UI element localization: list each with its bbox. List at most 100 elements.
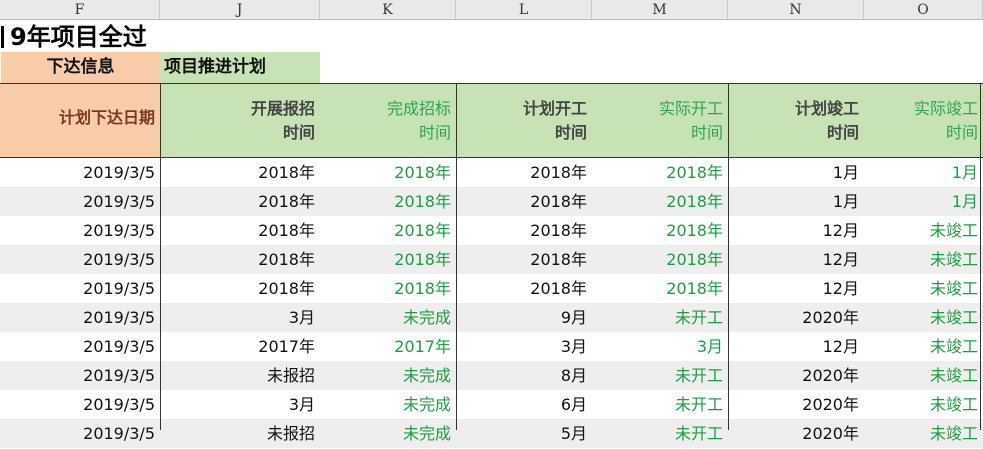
issue-date-cell[interactable]: 2019/3/5 — [0, 274, 160, 303]
tender-complete-cell[interactable]: 2018年 — [320, 187, 456, 216]
column-border — [980, 84, 981, 430]
planned-completion-cell[interactable]: 2020年 — [728, 361, 864, 390]
table-row: 2019/3/5 未报招 未完成 5月 未开工 2020年 未竣工 — [0, 419, 983, 448]
table-row: 2019/3/5 2018年 2018年 2018年 2018年 1月 1月 — [0, 187, 983, 216]
actual-completion-cell[interactable]: 未竣工 — [864, 216, 983, 245]
column-header-l[interactable]: L — [456, 0, 592, 20]
tender-start-cell[interactable]: 3月 — [160, 390, 320, 419]
actual-completion-cell[interactable]: 未竣工 — [864, 245, 983, 274]
tender-start-cell[interactable]: 未报招 — [160, 361, 320, 390]
tender-complete-cell[interactable]: 未完成 — [320, 419, 456, 448]
actual-start-cell[interactable]: 未开工 — [592, 361, 728, 390]
column-header-j[interactable]: J — [160, 0, 320, 20]
tender-complete-cell[interactable]: 未完成 — [320, 361, 456, 390]
planned-start-cell[interactable]: 2018年 — [456, 187, 592, 216]
header-label-sub: 时间 — [690, 123, 723, 142]
table-row: 2019/3/5 2018年 2018年 2018年 2018年 12月 未竣工 — [0, 274, 983, 303]
planned-start-cell[interactable]: 8月 — [456, 361, 592, 390]
planned-completion-cell[interactable]: 12月 — [728, 245, 864, 274]
tender-start-cell[interactable]: 2018年 — [160, 245, 320, 274]
actual-start-cell[interactable]: 2018年 — [592, 158, 728, 187]
actual-start-cell[interactable]: 未开工 — [592, 303, 728, 332]
planned-start-cell[interactable]: 9月 — [456, 303, 592, 332]
issue-date-cell[interactable]: 2019/3/5 — [0, 216, 160, 245]
planned-completion-cell[interactable]: 2020年 — [728, 303, 864, 332]
issue-date-cell[interactable]: 2019/3/5 — [0, 303, 160, 332]
planned-completion-cell[interactable]: 12月 — [728, 274, 864, 303]
actual-completion-cell[interactable]: 1月 — [864, 187, 983, 216]
actual-completion-cell[interactable]: 未竣工 — [864, 274, 983, 303]
header-actual-start-time[interactable]: 实际开工 时间 — [592, 84, 728, 158]
tender-complete-cell[interactable]: 未完成 — [320, 303, 456, 332]
planned-start-cell[interactable]: 2018年 — [456, 158, 592, 187]
planned-start-cell[interactable]: 5月 — [456, 419, 592, 448]
header-tender-start-time[interactable]: 开展报招 时间 — [160, 84, 320, 158]
issue-date-cell[interactable]: 2019/3/5 — [0, 390, 160, 419]
issue-date-cell[interactable]: 2019/3/5 — [0, 332, 160, 361]
planned-completion-cell[interactable]: 12月 — [728, 216, 864, 245]
tender-complete-cell[interactable]: 2018年 — [320, 274, 456, 303]
planned-completion-cell[interactable]: 12月 — [728, 332, 864, 361]
actual-start-cell[interactable]: 2018年 — [592, 274, 728, 303]
band-label-progress-plan[interactable]: 项目推进计划 — [160, 52, 320, 83]
actual-start-cell[interactable]: 未开工 — [592, 390, 728, 419]
header-tender-complete-time[interactable]: 完成招标 时间 — [320, 84, 456, 158]
planned-start-cell[interactable]: 2018年 — [456, 274, 592, 303]
issue-date-cell[interactable]: 2019/3/5 — [0, 245, 160, 274]
issue-date-cell[interactable]: 2019/3/5 — [0, 158, 160, 187]
issue-date-cell[interactable]: 2019/3/5 — [0, 361, 160, 390]
tender-start-cell[interactable]: 2018年 — [160, 187, 320, 216]
actual-completion-cell[interactable]: 未竣工 — [864, 332, 983, 361]
table-header: 计划下达日期 开展报招 时间 完成招标 时间 计划开工 时间 实际开工 时间 计… — [0, 84, 983, 158]
tender-complete-cell[interactable]: 2018年 — [320, 158, 456, 187]
tender-complete-cell[interactable]: 2018年 — [320, 245, 456, 274]
issue-date-cell[interactable]: 2019/3/5 — [0, 419, 160, 448]
column-header-m[interactable]: M — [592, 0, 728, 20]
header-planned-start-time[interactable]: 计划开工 时间 — [456, 84, 592, 158]
actual-completion-cell[interactable]: 未竣工 — [864, 303, 983, 332]
table-row: 2019/3/5 2018年 2018年 2018年 2018年 12月 未竣工 — [0, 245, 983, 274]
tender-start-cell[interactable]: 2017年 — [160, 332, 320, 361]
planned-completion-cell[interactable]: 1月 — [728, 158, 864, 187]
actual-start-cell[interactable]: 3月 — [592, 332, 728, 361]
header-actual-completion-time[interactable]: 实际竣工 时间 — [864, 84, 983, 158]
actual-start-cell[interactable]: 2018年 — [592, 216, 728, 245]
header-label-sub: 时间 — [282, 123, 315, 142]
planned-start-cell[interactable]: 3月 — [456, 332, 592, 361]
table-row: 2019/3/5 2018年 2018年 2018年 2018年 1月 1月 — [0, 158, 983, 187]
tender-complete-cell[interactable]: 2018年 — [320, 216, 456, 245]
column-header-n[interactable]: N — [728, 0, 864, 20]
planned-completion-cell[interactable]: 2020年 — [728, 390, 864, 419]
sheet-title[interactable]: 9年项目全过 — [0, 20, 983, 52]
actual-completion-cell[interactable]: 未竣工 — [864, 390, 983, 419]
column-header-k[interactable]: K — [320, 0, 456, 20]
actual-completion-cell[interactable]: 未竣工 — [864, 419, 983, 448]
tender-start-cell[interactable]: 2018年 — [160, 216, 320, 245]
planned-start-cell[interactable]: 2018年 — [456, 245, 592, 274]
header-label-sub: 时间 — [554, 123, 587, 142]
tender-start-cell[interactable]: 2018年 — [160, 158, 320, 187]
planned-start-cell[interactable]: 6月 — [456, 390, 592, 419]
actual-completion-cell[interactable]: 1月 — [864, 158, 983, 187]
actual-completion-cell[interactable]: 未竣工 — [864, 361, 983, 390]
actual-start-cell[interactable]: 未开工 — [592, 419, 728, 448]
tender-start-cell[interactable]: 3月 — [160, 303, 320, 332]
tender-start-cell[interactable]: 2018年 — [160, 274, 320, 303]
header-planned-completion-time[interactable]: 计划竣工 时间 — [728, 84, 864, 158]
actual-start-cell[interactable]: 2018年 — [592, 245, 728, 274]
column-header-f[interactable]: F — [0, 0, 160, 20]
header-label-sub: 时间 — [945, 123, 978, 142]
actual-start-cell[interactable]: 2018年 — [592, 187, 728, 216]
header-planned-issue-date[interactable]: 计划下达日期 — [0, 84, 160, 158]
tender-complete-cell[interactable]: 2017年 — [320, 332, 456, 361]
tender-start-cell[interactable]: 未报招 — [160, 419, 320, 448]
band-label-dispatch-info[interactable]: 下达信息 — [1, 52, 160, 83]
tender-complete-cell[interactable]: 未完成 — [320, 390, 456, 419]
planned-start-cell[interactable]: 2018年 — [456, 216, 592, 245]
issue-date-cell[interactable]: 2019/3/5 — [0, 187, 160, 216]
header-label: 计划开工 — [522, 99, 587, 118]
planned-completion-cell[interactable]: 1月 — [728, 187, 864, 216]
column-header-o[interactable]: O — [864, 0, 983, 20]
header-label: 计划竣工 — [794, 99, 859, 118]
planned-completion-cell[interactable]: 2020年 — [728, 419, 864, 448]
